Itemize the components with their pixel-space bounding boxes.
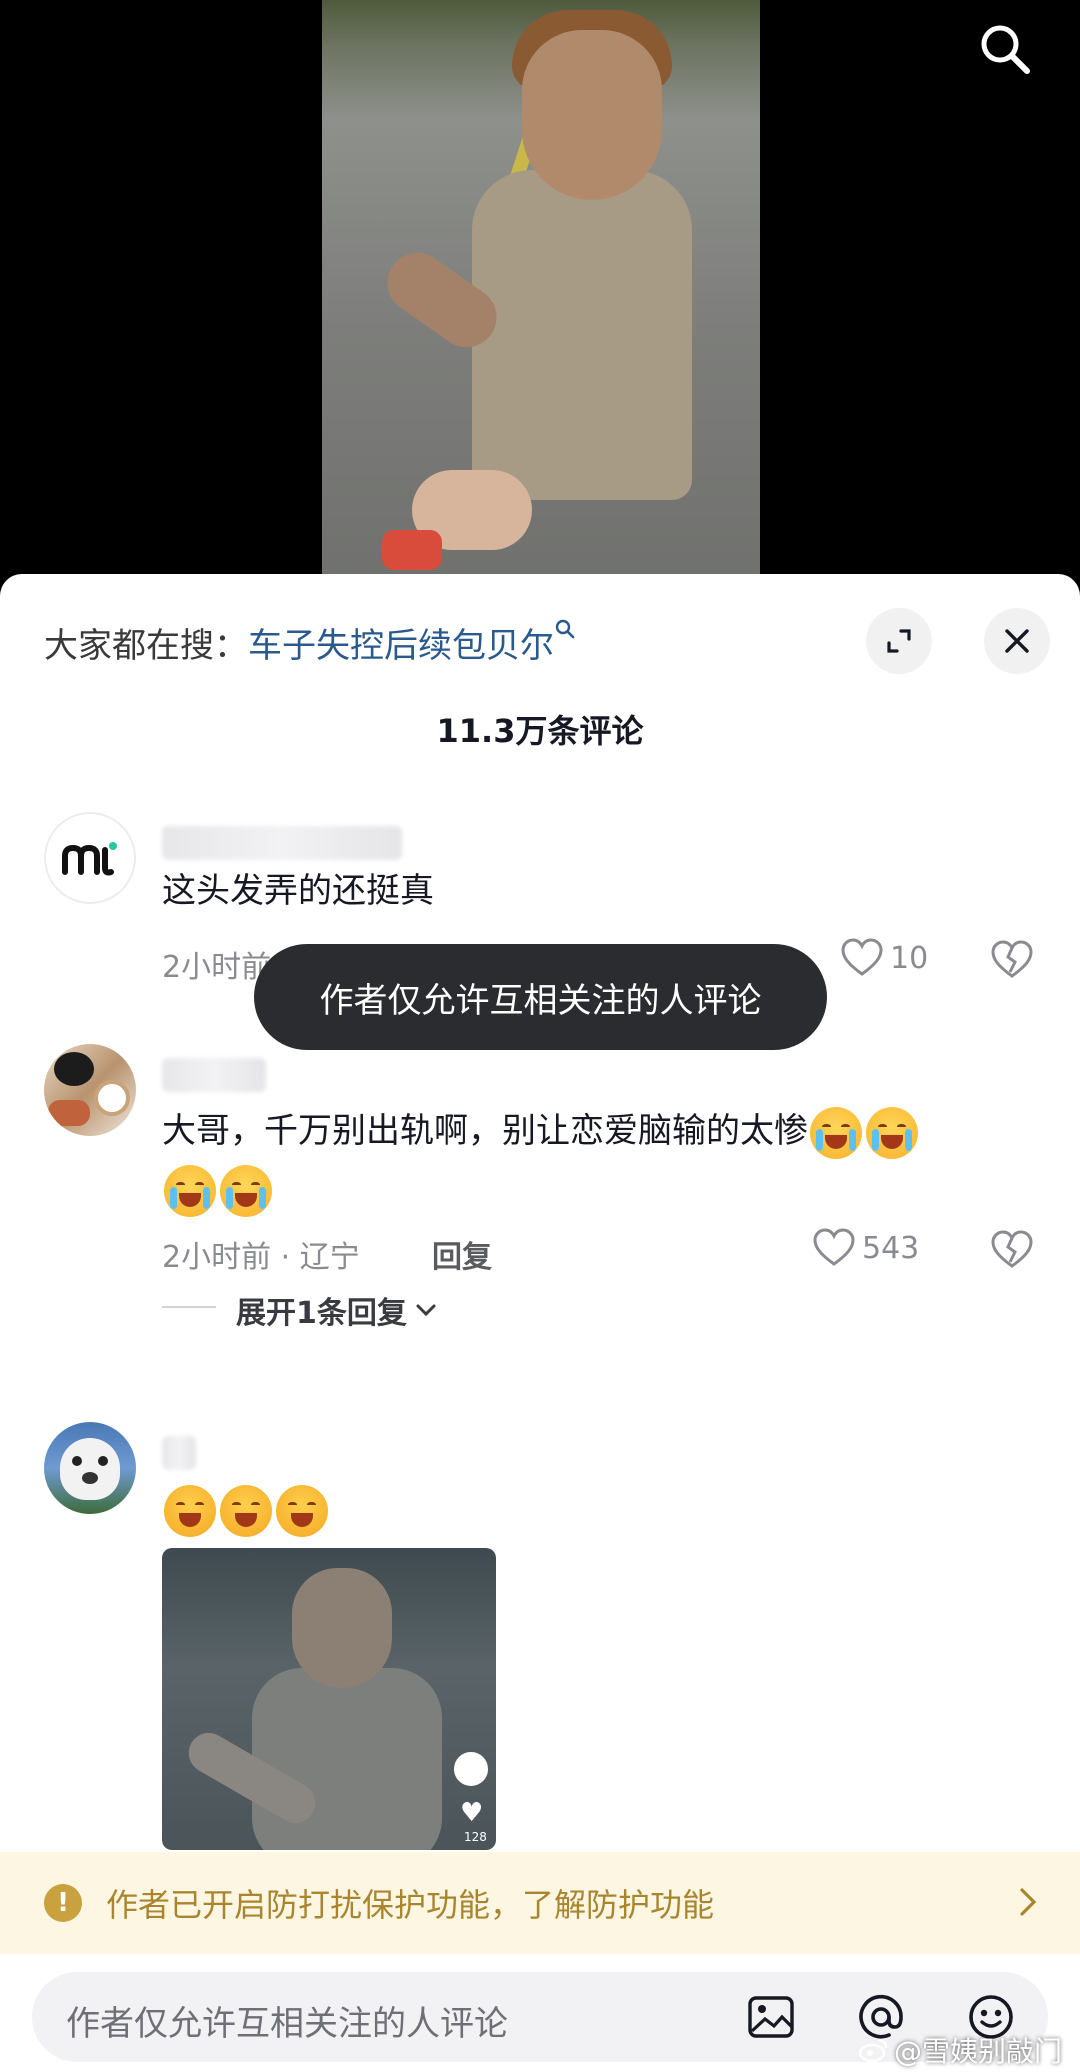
weibo-watermark: @雪姨别敲门 <box>858 2030 1062 2070</box>
image-icon <box>748 1996 794 2038</box>
expand-replies-label: 展开1条回复 <box>236 1296 407 1331</box>
notice-text: 作者已开启防打扰保护功能，了解防护功能 <box>106 1886 715 1924</box>
expand-replies-button[interactable]: 展开1条回复 <box>236 1288 437 1332</box>
comment-meta: 2小时前 · 辽宁 <box>162 1240 360 1275</box>
close-button[interactable] <box>984 608 1050 674</box>
crying-emoji-icon <box>866 1106 918 1159</box>
thumb-heart-icon: ♥ <box>460 1798 484 1828</box>
protection-notice[interactable]: ! 作者已开启防打扰保护功能，了解防护功能 <box>0 1852 1080 1954</box>
like-count: 10 <box>890 940 929 976</box>
expand-icon <box>887 629 911 653</box>
expand-divider <box>162 1306 216 1308</box>
comment-text: 这头发弄的还挺真 <box>162 871 434 911</box>
search-icon <box>981 25 1030 74</box>
like-button[interactable]: 543 <box>812 1228 919 1268</box>
image-button[interactable] <box>742 1988 800 2046</box>
hot-search-prefix: 大家都在搜： <box>44 626 248 666</box>
hot-search-icon <box>554 619 576 646</box>
crying-emoji-icon <box>220 1164 272 1217</box>
avatar-dog-nose <box>82 1472 98 1484</box>
avatar-cup-shape <box>94 1080 130 1116</box>
chevron-right-icon <box>1020 1888 1037 1916</box>
video-person-body <box>472 170 692 500</box>
thumb-like-count: 128 <box>464 1830 487 1844</box>
avatar[interactable] <box>44 1422 136 1514</box>
chevron-down-icon <box>416 1304 436 1317</box>
laughing-emoji-icon <box>220 1484 272 1537</box>
like-button[interactable]: 10 <box>840 938 928 978</box>
comment-emoji-row <box>162 1480 1042 1538</box>
broken-heart-icon <box>991 940 1033 978</box>
search-button[interactable] <box>970 14 1040 84</box>
dislike-button[interactable] <box>990 1230 1034 1274</box>
username-blurred[interactable] <box>162 826 402 860</box>
thumb-person-body <box>252 1668 442 1850</box>
thumb-person-head <box>292 1568 392 1688</box>
username-blurred[interactable] <box>162 1058 266 1092</box>
hot-search-keyword[interactable]: 车子失控后续包贝尔 <box>248 626 554 666</box>
thumb-creator-avatar <box>454 1752 488 1786</box>
comment-image[interactable]: ♥ 128 <box>162 1548 496 1850</box>
avatar[interactable] <box>44 812 136 904</box>
heart-icon <box>813 1228 855 1266</box>
crying-emoji-icon <box>810 1106 862 1159</box>
avatar-food-shape <box>48 1100 90 1126</box>
warning-icon: ! <box>44 1884 82 1922</box>
heart-icon <box>841 938 883 976</box>
dislike-button[interactable] <box>990 940 1034 984</box>
username-blurred[interactable] <box>162 1436 196 1470</box>
reply-button[interactable]: 回复 <box>432 1232 492 1276</box>
crying-emoji-icon <box>164 1164 216 1217</box>
weibo-logo-icon <box>858 2038 888 2063</box>
avatar-cat-shape <box>54 1052 94 1086</box>
comment-input-placeholder[interactable]: 作者仅允许互相关注的人评论 <box>66 1996 508 2045</box>
laughing-emoji-icon <box>276 1484 328 1537</box>
avatar[interactable] <box>44 1044 136 1136</box>
broken-heart-icon <box>991 1230 1033 1268</box>
video-person-head <box>522 30 662 200</box>
comment-sheet: 大家都在搜：车子失控后续包贝尔 11.3万条评论 这头发弄的还挺真 2小时前 1… <box>0 574 1080 2072</box>
video-watch <box>382 530 442 570</box>
comment-count-title: 11.3万条评论 <box>436 712 644 750</box>
video-player[interactable] <box>0 0 1080 600</box>
laughing-emoji-icon <box>164 1484 216 1537</box>
toast-message: 作者仅允许互相关注的人评论 <box>254 944 827 1050</box>
close-icon <box>1005 629 1029 653</box>
avatar-dog-face <box>60 1438 120 1500</box>
brand-logo-icon <box>62 842 117 876</box>
video-frame[interactable] <box>322 0 760 600</box>
comment-meta: 2小时前 <box>162 950 272 985</box>
expand-fullscreen-button[interactable] <box>866 608 932 674</box>
watermark-text: @雪姨别敲门 <box>893 2035 1062 2068</box>
comment-text: 大哥，千万别出轨啊，别让恋爱脑输的太惨 <box>162 1102 1042 1218</box>
hot-search-bar[interactable]: 大家都在搜：车子失控后续包贝尔 <box>44 618 576 667</box>
like-count: 543 <box>862 1230 920 1266</box>
avatar-dog-eye <box>72 1456 82 1466</box>
avatar-dog-eye <box>98 1456 108 1466</box>
comment-text-body: 大哥，千万别出轨啊，别让恋爱脑输的太惨 <box>162 1111 808 1151</box>
